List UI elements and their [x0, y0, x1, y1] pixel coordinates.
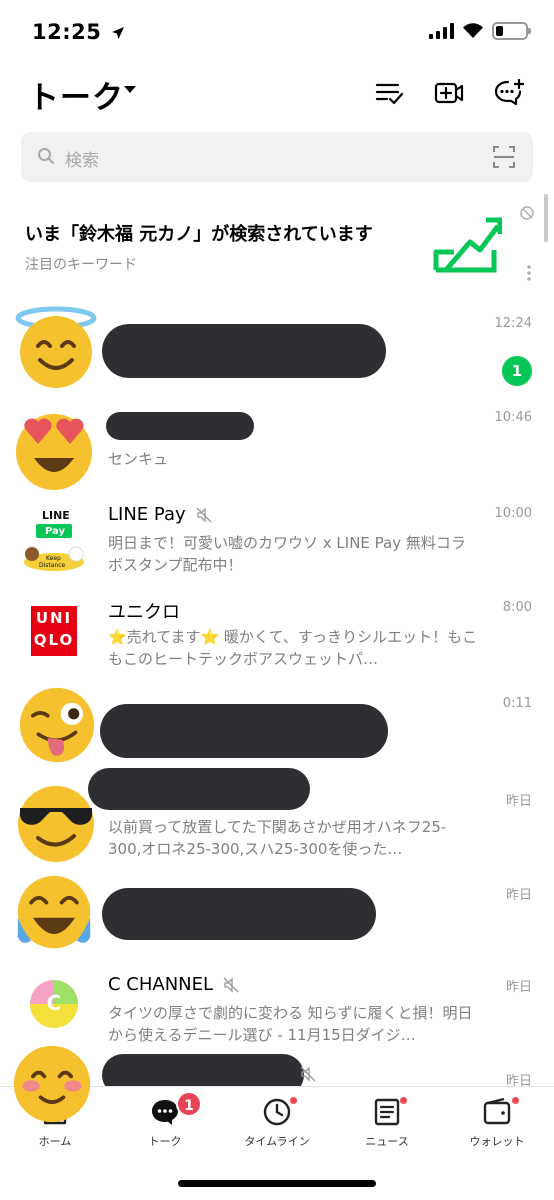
- chat-list-item[interactable]: LINE Pay Keep Distance LINE Pay 明日まで！可愛い…: [0, 496, 554, 588]
- chat-time: 8:00: [502, 600, 532, 615]
- chat-time: 昨日: [505, 794, 532, 809]
- chat-time: 0:11: [502, 696, 532, 711]
- chat-name-text: LINE Pay: [108, 504, 186, 525]
- page-title[interactable]: トーク: [28, 72, 124, 117]
- linepay-pay-text: Pay: [45, 526, 66, 537]
- tab-timeline-label: タイムライン: [244, 1135, 310, 1148]
- block-icon[interactable]: [520, 206, 534, 220]
- status-time: 12:25: [32, 20, 125, 44]
- header: トーク: [0, 66, 554, 126]
- chat-list-item[interactable]: UNI QLO ユニクロ ⭐売れてます⭐ 暖かくて、すっきりシルエット！もこもこ…: [0, 590, 554, 682]
- muted-icon: [196, 506, 212, 523]
- tab-wallet-label: ウォレット: [469, 1135, 525, 1148]
- status-bar: 12:25: [0, 0, 554, 66]
- home-indicator[interactable]: [178, 1180, 376, 1187]
- scrollbar[interactable]: [544, 194, 548, 242]
- tears-of-joy-emoji-avatar: [17, 875, 91, 949]
- chat-message: 以前買って放置してた下関あさかぜ用オハネフ25-300,オロネ25-300,スハ…: [108, 818, 447, 858]
- redacted-name: [100, 704, 388, 758]
- wallet-notification-dot: [512, 1097, 519, 1104]
- timeline-notification-dot: [290, 1097, 297, 1104]
- angel-emoji-avatar: [15, 306, 97, 388]
- battery-icon: [492, 22, 531, 40]
- chat-list-item[interactable]: 0:11: [0, 686, 554, 778]
- chat-message: ⭐売れてます⭐ 暖かくて、すっきりシルエット！もこもこのヒートテックボアスウェッ…: [108, 628, 478, 668]
- search-placeholder: 検索: [65, 151, 99, 171]
- sunglasses-emoji-avatar: [18, 786, 94, 862]
- chat-message: タイツの厚さで劇的に変わる 知らずに履くと損！明日から使えるデニール選び - 1…: [108, 1004, 473, 1044]
- trend-subtitle: 注目のキーワード: [25, 257, 137, 273]
- tab-news-label: ニュース: [365, 1135, 409, 1148]
- heart-eyes-emoji-avatar: [16, 414, 92, 490]
- linepay-distance-text: Distance: [39, 562, 66, 569]
- edit-list-icon[interactable]: [374, 78, 404, 108]
- qr-scan-icon[interactable]: [493, 146, 515, 168]
- more-options-icon[interactable]: [526, 264, 532, 282]
- new-chat-icon[interactable]: [494, 78, 524, 108]
- chat-list-item[interactable]: 以前買って放置してた下関あさかぜ用オハネフ25-300,オロネ25-300,スハ…: [0, 768, 554, 872]
- uniqlo-logo-bottom: QLO: [33, 631, 75, 649]
- cellular-signal-icon: [429, 23, 454, 39]
- video-call-icon[interactable]: [434, 78, 464, 108]
- search-icon: [38, 148, 54, 164]
- chat-time: 10:46: [494, 410, 532, 425]
- tab-talk[interactable]: 1 トーク: [110, 1091, 220, 1149]
- redacted-name: [102, 888, 376, 940]
- linepay-logo: LINE Pay Keep Distance: [22, 506, 86, 572]
- tab-timeline[interactable]: タイムライン: [222, 1095, 332, 1149]
- redacted-name: [106, 412, 254, 440]
- unread-badge: 1: [502, 356, 532, 386]
- wallet-icon: [483, 1097, 511, 1125]
- chat-name: C CHANNEL: [108, 974, 239, 995]
- chevron-down-icon[interactable]: [124, 86, 136, 93]
- chat-list-item[interactable]: 昨日: [0, 874, 554, 966]
- trend-title: いま「鈴木福 元カノ」が検索されています: [25, 224, 373, 245]
- redacted-name: [102, 324, 386, 378]
- tab-talk-label: トーク: [148, 1135, 182, 1148]
- chat-list-item[interactable]: センキュ 10:46: [0, 400, 554, 492]
- location-arrow-icon: [112, 27, 125, 39]
- trending-up-icon: [433, 217, 502, 273]
- chat-time: 昨日: [505, 980, 532, 995]
- chat-list-item[interactable]: 12:24 1: [0, 306, 554, 398]
- news-notification-dot: [400, 1097, 407, 1104]
- blushing-emoji-avatar: [13, 1045, 91, 1123]
- news-icon: [374, 1098, 400, 1126]
- muted-icon: [223, 976, 239, 993]
- tab-wallet[interactable]: ウォレット: [442, 1095, 552, 1149]
- wifi-icon: [463, 23, 483, 38]
- chat-name: ユニクロ: [108, 602, 180, 623]
- tab-news[interactable]: ニュース: [332, 1095, 442, 1149]
- linepay-line-text: LINE: [42, 509, 70, 522]
- trending-keyword-banner[interactable]: いま「鈴木福 元カノ」が検索されています 注目のキーワード: [0, 196, 554, 294]
- uniqlo-logo-top: UNI: [35, 609, 73, 627]
- tab-home-label: ホーム: [38, 1135, 72, 1148]
- linepay-keep-text: Keep: [46, 555, 61, 562]
- cchannel-logo: C: [28, 978, 80, 1030]
- chat-message: センキュ: [108, 450, 169, 468]
- talk-unread-badge: 1: [176, 1091, 202, 1117]
- chat-message: 明日まで！可愛い嘘のカワウソ x LINE Pay 無料コラボスタンプ配布中！: [108, 534, 466, 574]
- status-indicators: [429, 22, 531, 40]
- redacted-name: [88, 768, 310, 810]
- cchannel-logo-letter: C: [46, 991, 62, 1015]
- chat-name-text: C CHANNEL: [108, 974, 214, 995]
- uniqlo-logo: UNI QLO: [31, 606, 77, 656]
- chat-name: LINE Pay: [108, 504, 212, 525]
- chat-time: 昨日: [505, 888, 532, 903]
- chat-time: 10:00: [494, 506, 532, 521]
- winking-tongue-emoji-avatar: [19, 687, 95, 763]
- chat-time: 12:24: [494, 316, 532, 331]
- search-input[interactable]: 検索: [21, 132, 533, 182]
- clock-icon: [263, 1098, 291, 1126]
- muted-icon: [300, 1066, 316, 1082]
